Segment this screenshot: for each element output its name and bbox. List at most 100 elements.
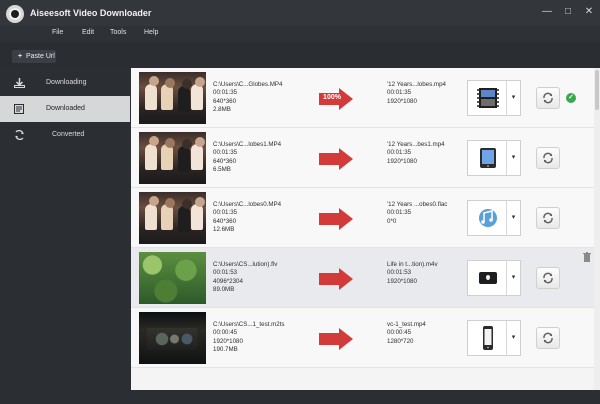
source-resolution: 640*360 [213,217,237,225]
refresh-icon [543,332,553,344]
output-profile-select[interactable]: ▾ [467,140,521,176]
output-name: vc-1_test.mp4 [387,321,426,328]
source-info: C:\Users\C...Globes.MP4 00:01:35 640*360… [213,81,313,115]
output-profile-select[interactable]: ▾ [467,320,521,356]
sidebar-label-downloaded: Downloaded [46,105,85,112]
source-info: C:\Users\CS...1_test.m2ts 00:00:45 1920*… [213,321,313,355]
chevron-down-icon[interactable]: ▾ [506,141,520,175]
reconvert-button[interactable] [536,267,560,289]
minimize-button[interactable]: — [540,5,554,19]
progress-label-wrap: 100% [319,88,353,110]
title-bar: Aiseesoft Video Downloader — □ ✕ [0,0,600,26]
output-profile-select[interactable]: ▾ [467,260,521,296]
output-duration: 00:01:35 [387,209,412,217]
source-path: C:\Users\C...lobes0.MP4 [213,201,282,208]
output-resolution: 1920*1080 [387,97,417,105]
source-path: C:\Users\C...Globes.MP4 [213,81,283,88]
sidebar-item-downloaded[interactable]: Downloaded [0,96,130,122]
convert-arrow-icon [319,148,353,170]
output-profile-select[interactable]: ▾ [467,80,521,116]
menu-edit[interactable]: Edit [82,29,94,36]
close-button[interactable]: ✕ [582,5,596,19]
chevron-down-icon[interactable]: ▾ [506,81,520,115]
refresh-icon [543,92,553,104]
output-duration: 00:00:45 [387,329,412,337]
convert-arrow-icon [319,268,353,290]
status-bar [131,390,600,404]
menu-help[interactable]: Help [144,29,158,36]
output-info: vc-1_test.mp4 00:00:45 1280*720 [387,321,467,346]
source-duration: 00:01:35 [213,89,238,97]
sidebar-label-converted: Converted [52,131,85,138]
menu-bar: File Edit Tools Help [0,26,600,42]
source-size: 89.0MB [213,286,235,294]
source-duration: 00:01:35 [213,149,238,157]
done-check-icon: ✓ [566,93,576,103]
source-duration: 00:00:45 [213,329,238,337]
sidebar-item-downloading[interactable]: Downloading [0,70,130,96]
film-icon [477,88,499,108]
source-resolution: 1920*1080 [213,337,243,345]
file-row[interactable]: C:\Users\C...lobes0.MP4 00:01:35 640*360… [131,188,600,248]
video-thumbnail [139,312,206,364]
toolbar: + Paste Url [0,42,600,68]
source-path: C:\Users\CS...1_test.m2ts [213,321,285,328]
output-info: '12 Years...bes1.mp4 00:01:35 1920*1080 [387,141,467,166]
reconvert-button[interactable] [536,327,560,349]
refresh-icon [543,212,553,224]
source-size: 190.7MB [213,346,238,354]
file-row[interactable]: C:\Users\CS...1_test.m2ts 00:00:45 1920*… [131,308,600,368]
file-list: C:\Users\C...Globes.MP4 00:01:35 640*360… [131,68,600,390]
converted-icon [15,130,24,140]
plus-icon: + [18,53,23,60]
output-resolution: 0*0 [387,217,397,225]
output-resolution: 1920*1080 [387,277,417,285]
source-duration: 00:01:35 [213,209,238,217]
app-title: Aiseesoft Video Downloader [30,8,152,18]
source-size: 2.8MB [213,106,231,114]
phone-icon [483,326,493,350]
paste-url-button[interactable]: + Paste Url [12,50,56,63]
menu-tools[interactable]: Tools [110,29,126,36]
output-name: '12 Years...bes1.mp4 [387,141,445,148]
source-size: 12.6MB [213,226,235,234]
output-profile-select[interactable]: ▾ [467,200,521,236]
reconvert-button[interactable] [536,87,560,109]
reconvert-button[interactable] [536,147,560,169]
maximize-button[interactable]: □ [561,5,575,19]
chevron-down-icon[interactable]: ▾ [506,201,520,235]
source-resolution: 4096*2304 [213,277,243,285]
source-path: C:\Users\C...lobes1.MP4 [213,141,282,148]
vertical-scrollbar[interactable] [594,68,600,390]
source-info: C:\Users\CS...lution).flv 00:01:53 4096*… [213,261,313,295]
trash-icon[interactable] [583,252,591,262]
menu-file[interactable]: File [52,29,63,36]
video-thumbnail [139,252,206,304]
output-resolution: 1920*1080 [387,157,417,165]
refresh-icon [543,152,553,164]
refresh-icon [543,272,553,284]
convert-arrow-icon [319,208,353,230]
output-duration: 00:01:35 [387,89,412,97]
chevron-down-icon[interactable]: ▾ [506,261,520,295]
scrollbar-thumb[interactable] [595,70,599,110]
source-resolution: 640*360 [213,97,237,105]
source-size: 6.5MB [213,166,231,174]
chevron-down-icon[interactable]: ▾ [506,321,520,355]
download-icon [14,78,25,88]
video-thumbnail [139,132,206,184]
output-info: '12 Years ...obes0.flac 00:01:35 0*0 [387,201,467,226]
output-resolution: 1280*720 [387,337,414,345]
sidebar-item-converted[interactable]: Converted [0,122,130,148]
paste-url-label: Paste Url [26,53,55,60]
source-path: C:\Users\CS...lution).flv [213,261,278,268]
file-row[interactable]: C:\Users\C...Globes.MP4 00:01:35 640*360… [131,68,600,128]
file-row[interactable]: C:\Users\C...lobes1.MP4 00:01:35 640*360… [131,128,600,188]
reconvert-button[interactable] [536,207,560,229]
file-row[interactable]: C:\Users\CS...lution).flv 00:01:53 4096*… [131,248,600,308]
apple-tv-icon [479,272,497,284]
video-thumbnail [139,72,206,124]
sidebar-label-downloading: Downloading [46,79,87,86]
output-info: Life in t...tion).m4v 00:01:53 1920*1080 [387,261,467,286]
output-name: Life in t...tion).m4v [387,261,438,268]
